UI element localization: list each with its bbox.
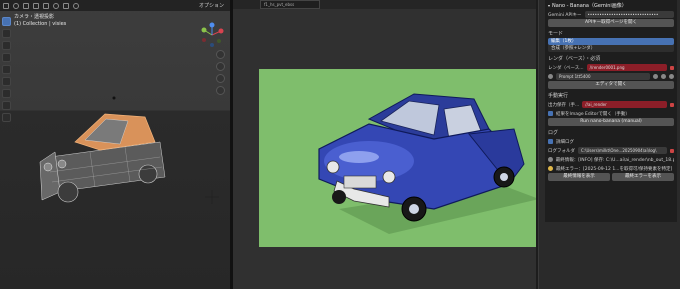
cursor-tool-icon[interactable] [2, 29, 11, 38]
nano-banana-panel: ▾ Nano - Banana（Gemini画像） Gemini APIキー •… [545, 0, 677, 222]
shield-icon[interactable] [653, 74, 658, 79]
log-folder-label: ログフォルダ [548, 148, 575, 154]
object-icon[interactable] [43, 2, 49, 9]
panel-title: Nano - Banana（Gemini画像） [552, 2, 627, 9]
tool-shelf [2, 17, 13, 125]
new-text-icon[interactable] [661, 74, 666, 79]
navigation-gizmo[interactable] [199, 22, 225, 48]
editor-type-icon[interactable] [3, 2, 9, 9]
rotate-tool-icon[interactable] [2, 53, 11, 62]
render-path-label: レンダ（ベース... [548, 65, 584, 71]
3d-viewport[interactable]: オプション カメラ・透視投影 (1) Collection | visies [0, 0, 230, 289]
run-nano-banana-button[interactable]: Run nano-banana (manual) [548, 118, 674, 126]
output-path-field[interactable]: //ai_render [582, 101, 667, 108]
render-section-label: レンダ（ベース）・必須 [548, 56, 601, 62]
prompt-field[interactable]: Prompt 1tt5400 [556, 73, 650, 80]
measure-tool-icon[interactable] [2, 101, 11, 110]
blue-truck-illustration [318, 93, 536, 234]
open-result-checkbox[interactable] [548, 111, 553, 116]
open-result-label: 結果をImage Editorで開く（手動） [556, 111, 630, 117]
view-icon[interactable] [13, 2, 19, 9]
image-tab[interactable]: f1_hs_pvt_ebss [260, 0, 320, 9]
proportional-icon[interactable] [63, 2, 69, 9]
image-editor-header: f1_hs_pvt_ebss [233, 0, 536, 9]
folder-icon[interactable] [670, 148, 674, 153]
api-key-label: Gemini APIキー [548, 12, 582, 18]
log-folder-field[interactable]: C:\Users\milkt\One...20250904\ai\log\ [578, 147, 667, 154]
manual-run-section-label: 手動実行 [548, 93, 569, 99]
3d-cursor-icon [205, 190, 219, 204]
viewport-header: オプション [0, 0, 230, 11]
move-tool-icon[interactable] [2, 41, 11, 50]
detail-log-checkbox[interactable] [548, 139, 553, 144]
select-tool-icon[interactable] [2, 17, 11, 26]
add-cube-tool-icon[interactable] [2, 113, 11, 122]
mode-section-label: モード [548, 31, 564, 37]
snap-icon[interactable] [53, 2, 59, 9]
open-editor-button[interactable]: エディタで開く [548, 81, 674, 89]
unlink-icon[interactable] [669, 74, 674, 79]
panel-header[interactable]: ▾ Nano - Banana（Gemini画像） [548, 0, 674, 10]
log-folder-row: ログフォルダ C:\Users\milkt\One...20250904\ai\… [548, 146, 674, 155]
api-key-row: Gemini APIキー •••••••••••••••••••••••••••… [548, 10, 674, 19]
collection-info: (1) Collection | visies [14, 21, 67, 27]
text-datablock-icon[interactable] [548, 74, 553, 79]
show-latest-info-button[interactable]: 最終情報を表示 [548, 173, 610, 181]
shading-icon[interactable] [73, 2, 79, 9]
options-menu[interactable]: オプション [199, 2, 224, 9]
render-path-row: レンダ（ベース... //render0001.png [548, 63, 674, 72]
log-buttons-row: 最終情報を表示 最終エラーを表示 [548, 173, 674, 181]
zoom-icon[interactable] [216, 50, 225, 59]
mode-option-composite[interactable]: 合成（参照+レンダ） [548, 45, 674, 52]
latest-error-text: 最終エラー：[2025-09-12 1...を取得可/保持要素を特定] [556, 166, 673, 172]
folder-icon[interactable] [670, 102, 674, 107]
camera-info: カメラ・透視投影 [14, 14, 55, 20]
ai-render-image [259, 69, 536, 247]
api-key-field[interactable]: •••••••••••••••••••••••••••••• [584, 11, 674, 18]
pan-icon[interactable] [216, 62, 225, 71]
output-path-row: 出力保存（手... //ai_render [548, 100, 674, 109]
select-icon[interactable] [23, 2, 29, 9]
latest-info-text: 最終情報：[INFO] 保存: C:\U...ai\ai_render\nb_o… [555, 157, 674, 163]
image-editor[interactable]: f1_hs_pvt_ebss [233, 0, 536, 289]
mode-selector: 編集（1枚） 合成（参照+レンダ） [548, 38, 674, 52]
annotate-tool-icon[interactable] [2, 89, 11, 98]
car-wireframe-model[interactable] [30, 92, 180, 212]
mode-option-edit[interactable]: 編集（1枚） [548, 38, 674, 45]
detail-log-row: 詳細ログ [548, 137, 674, 146]
render-path-field[interactable]: //render0001.png [586, 64, 667, 71]
folder-icon[interactable] [670, 65, 674, 70]
collapse-chevron-icon[interactable]: ▾ [548, 3, 550, 8]
document-icon [548, 157, 553, 162]
viewport-info: カメラ・透視投影 (1) Collection | visies [14, 14, 66, 28]
get-api-key-button[interactable]: APIキー取得ページを開く [548, 19, 674, 27]
show-latest-error-button[interactable]: 最終エラーを表示 [612, 173, 674, 181]
latest-info-row: 最終情報：[INFO] 保存: C:\U...ai\ai_render\nb_o… [548, 155, 674, 164]
output-path-label: 出力保存（手... [548, 102, 580, 108]
scale-tool-icon[interactable] [2, 65, 11, 74]
log-section-label: ログ [548, 130, 559, 136]
prompt-row: Prompt 1tt5400 [548, 72, 674, 81]
transform-tool-icon[interactable] [2, 77, 11, 86]
add-icon[interactable] [33, 2, 39, 9]
detail-log-label: 詳細ログ [556, 139, 574, 145]
warning-icon [548, 166, 553, 171]
camera-view-icon[interactable] [216, 74, 225, 83]
perspective-toggle-icon[interactable] [216, 86, 225, 95]
open-result-row: 結果をImage Editorで開く（手動） [548, 109, 674, 118]
latest-error-row: 最終エラー：[2025-09-12 1...を取得可/保持要素を特定] [548, 164, 674, 173]
